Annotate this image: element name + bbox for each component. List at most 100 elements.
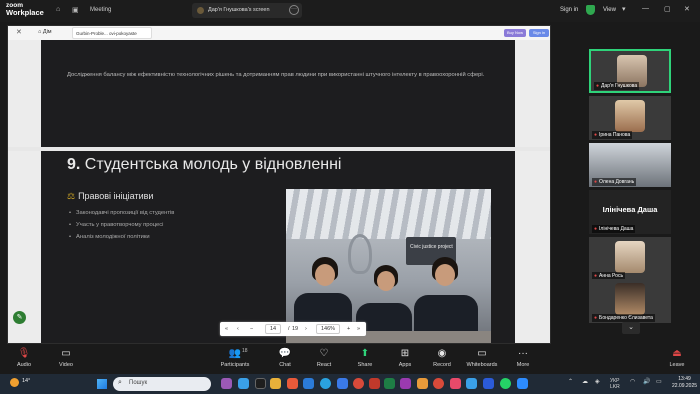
volume-icon[interactable]: 🔊: [643, 378, 650, 385]
share-button[interactable]: ⬆ Share: [345, 348, 385, 368]
buy-now-button[interactable]: Buy Now: [504, 29, 526, 37]
whiteboards-button[interactable]: ▭ Whiteboards: [462, 348, 502, 368]
app-icon[interactable]: [466, 378, 477, 389]
weather-widget[interactable]: 14°: [10, 378, 30, 387]
shared-screen-indicator[interactable]: Дар'я Гнушкова's screen ···: [192, 3, 302, 18]
apps-button[interactable]: ⊞ Apps: [385, 348, 425, 368]
close-icon[interactable]: ✕: [684, 5, 690, 13]
section-heading: ⚖ Правові ініціативи: [67, 191, 153, 202]
participant-tile[interactable]: ● Олена Довгань: [589, 143, 671, 187]
document-tab[interactable]: Gurbin-Proble... ovi-pokoyaste: [72, 27, 152, 39]
record-button[interactable]: ◉ Record: [422, 348, 462, 368]
app-icon[interactable]: [303, 378, 314, 389]
slide-title: 9. Студентська молодь у відновленні: [67, 156, 341, 174]
onedrive-icon[interactable]: ☁: [582, 378, 588, 385]
taskbar-search[interactable]: ⌕ Пошук: [113, 377, 211, 391]
app-icon[interactable]: [221, 378, 232, 389]
zoom-level[interactable]: 146%: [316, 324, 341, 334]
start-icon[interactable]: [97, 379, 107, 389]
app-icon[interactable]: [238, 378, 249, 389]
home-tab[interactable]: ⌂ Дім: [38, 29, 52, 35]
viewer-sign-in-button[interactable]: Sign in: [529, 29, 549, 37]
share-label: Share: [357, 362, 373, 368]
word-icon[interactable]: [483, 378, 494, 389]
react-label: React: [316, 362, 332, 368]
last-page-icon[interactable]: »: [357, 326, 360, 332]
telegram-icon[interactable]: [320, 378, 331, 389]
more-options-icon[interactable]: ···: [289, 5, 299, 15]
app-icon[interactable]: [255, 378, 266, 389]
battery-icon[interactable]: ▭: [656, 378, 662, 385]
zoom-icon[interactable]: [517, 378, 528, 389]
first-page-icon[interactable]: «: [225, 326, 228, 332]
video-button[interactable]: ▭ Video: [46, 348, 86, 368]
meeting-icon[interactable]: ▣: [72, 6, 79, 14]
students-photo: Civic justice project: [286, 189, 491, 343]
view-chevron-icon[interactable]: ▾: [622, 5, 626, 13]
app-tray-icon[interactable]: ◈: [595, 378, 600, 385]
leave-icon: ⏏: [672, 348, 682, 359]
tray-chevron-icon[interactable]: ⌃: [568, 378, 573, 385]
shared-screen-title: Дар'я Гнушкова's screen: [208, 7, 270, 13]
previous-slide: Дослідження балансу між ефективністю тех…: [41, 40, 515, 147]
video-label: Video: [59, 362, 73, 368]
maximize-icon[interactable]: ▢: [664, 5, 671, 13]
more-button[interactable]: ··· More: [503, 348, 543, 368]
search-placeholder: Пошук: [129, 380, 148, 386]
viewer-right-margin: [515, 40, 550, 343]
participant-name: Олена Довгань: [599, 179, 635, 185]
sign-in-button[interactable]: Sign in: [560, 7, 578, 13]
zoom-logo: zoom Workplace: [6, 2, 44, 16]
security-shield-icon[interactable]: [586, 5, 595, 15]
participant-tile[interactable]: ● Бондаренко Єлизавета: [589, 279, 671, 323]
meeting-tab[interactable]: Meeting: [90, 7, 111, 13]
page-navigation: « ‹ − 14 / 19 › 146% + »: [220, 322, 366, 336]
view-button[interactable]: View: [603, 7, 616, 13]
participant-tile[interactable]: ● Ірина Панова: [589, 96, 671, 140]
app-icon[interactable]: [417, 378, 428, 389]
excel-icon[interactable]: [384, 378, 395, 389]
viber-icon[interactable]: [400, 378, 411, 389]
previous-slide-text: Дослідження балансу між ефективністю тех…: [67, 72, 485, 78]
participant-display-name: Ілінічева Даша: [602, 205, 658, 214]
chat-button[interactable]: 💬 Chat: [265, 348, 305, 368]
language-indicator[interactable]: УКР LKR: [610, 378, 620, 390]
wifi-icon[interactable]: ◠: [630, 378, 635, 385]
participants-button[interactable]: 👥 18 Participants: [215, 348, 255, 368]
app-icon[interactable]: [450, 378, 461, 389]
participants-icon: 👥: [228, 348, 242, 359]
whatsapp-icon[interactable]: [500, 378, 511, 389]
chrome-icon[interactable]: [433, 378, 444, 389]
home-tab-label: Дім: [42, 29, 52, 35]
page-number-input[interactable]: 14: [265, 324, 282, 334]
close-viewer-icon[interactable]: ✕: [16, 28, 22, 36]
zoom-in-icon[interactable]: +: [347, 326, 350, 332]
sign-text: Civic justice project: [410, 244, 453, 250]
chrome-icon[interactable]: [353, 378, 364, 389]
minimize-icon[interactable]: —: [642, 5, 649, 12]
current-slide: 9. Студентська молодь у відновленні ⚖ Пра…: [41, 151, 515, 343]
edit-pen-icon[interactable]: ✎: [13, 311, 26, 324]
prev-page-icon[interactable]: ‹: [237, 326, 239, 332]
participant-tile[interactable]: Ілінічева Даша ● Ілінічева Даша: [589, 190, 671, 234]
taskbar-clock[interactable]: 13:49 22.09.2025: [672, 376, 697, 390]
gallery-scroll-down-icon[interactable]: ⌄: [622, 322, 640, 334]
file-explorer-icon[interactable]: [270, 378, 281, 389]
app-icon[interactable]: [369, 378, 380, 389]
react-button[interactable]: ♡ React: [304, 348, 344, 368]
apps-icon: ⊞: [400, 348, 410, 359]
chat-label: Chat: [279, 362, 291, 368]
zoom-out-icon[interactable]: −: [250, 326, 253, 332]
participant-tile[interactable]: ● Дар'я Гнушкова: [589, 49, 671, 93]
more-label: More: [516, 362, 530, 368]
next-page-icon[interactable]: ›: [305, 326, 307, 332]
home-icon[interactable]: ⌂: [56, 6, 60, 13]
title-bar: zoom Workplace ⌂ ▣ Meeting Дар'я Гнушков…: [0, 0, 700, 22]
leave-button[interactable]: ⏏ Leave: [657, 348, 697, 368]
app-icon[interactable]: [337, 378, 348, 389]
app-icon[interactable]: [287, 378, 298, 389]
pdf-viewer-toolbar: ✕ ⌂ Дім Gurbin-Proble... ovi-pokoyaste B…: [8, 26, 550, 40]
viewer-left-margin: ✎: [8, 40, 41, 343]
audio-button[interactable]: 🎙 Audio: [4, 348, 44, 368]
participant-tile[interactable]: ● Анна Рось: [589, 237, 671, 281]
